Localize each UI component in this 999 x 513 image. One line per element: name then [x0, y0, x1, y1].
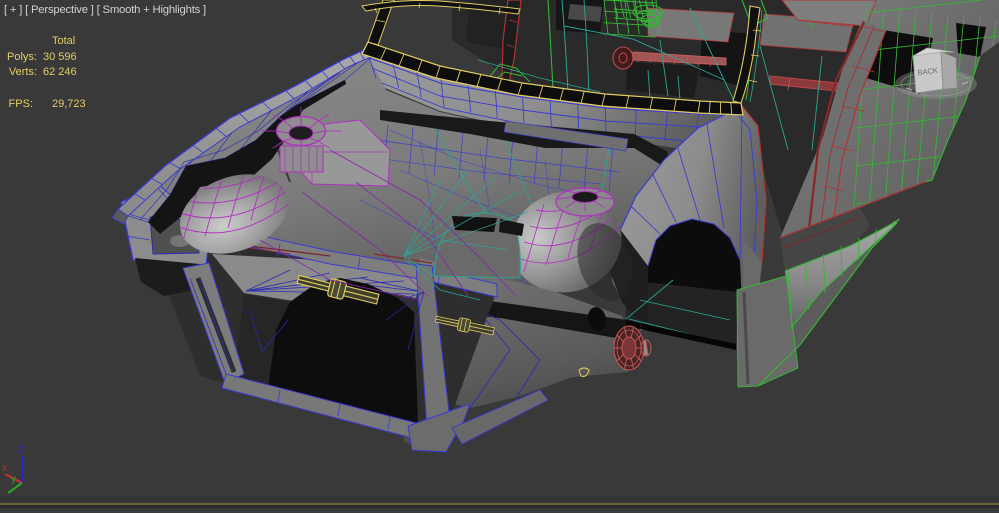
svg-text:Verts:: Verts: — [9, 66, 37, 78]
svg-text:Z: Z — [18, 445, 24, 456]
svg-text:30 596: 30 596 — [43, 51, 77, 63]
svg-text:x: x — [2, 463, 7, 474]
svg-text:[ + ] [ Perspective ] [ Smooth: [ + ] [ Perspective ] [ Smooth + Highlig… — [4, 4, 206, 16]
svg-text:Polys:: Polys: — [7, 51, 37, 63]
svg-text:Total: Total — [52, 35, 75, 47]
svg-text:62 246: 62 246 — [43, 66, 77, 78]
svg-text:29,723: 29,723 — [52, 98, 86, 110]
svg-text:FPS:: FPS: — [9, 98, 33, 110]
svg-text:y: y — [11, 474, 16, 485]
